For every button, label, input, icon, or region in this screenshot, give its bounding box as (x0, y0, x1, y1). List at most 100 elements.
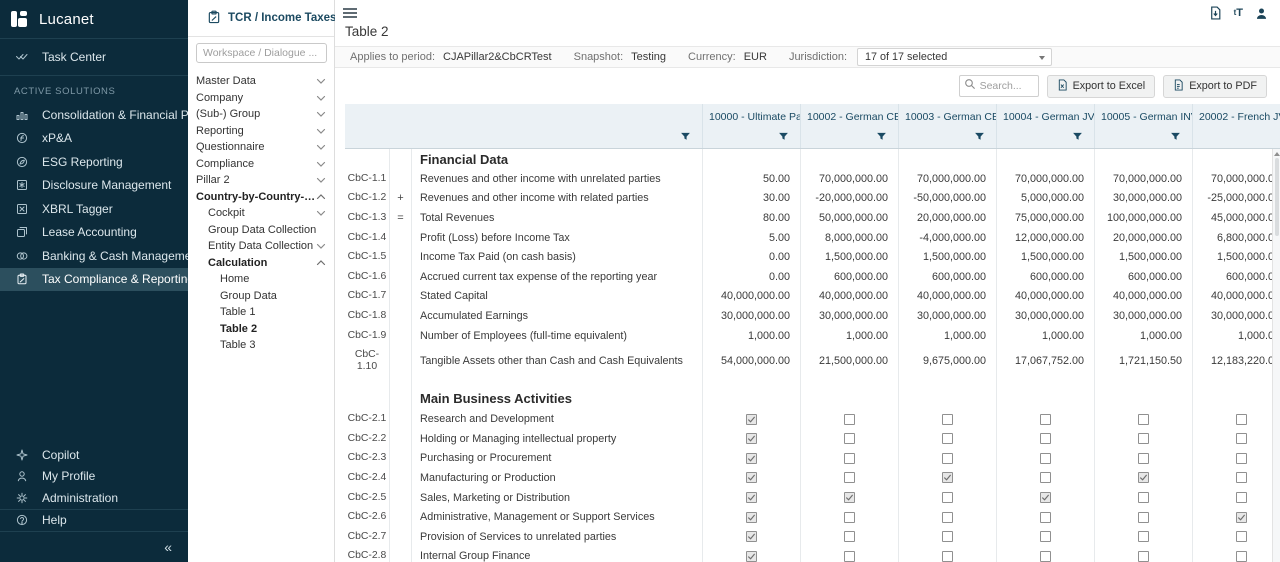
filter-icon[interactable] (778, 129, 789, 147)
column-header-label[interactable]: 10002 - German CE 1 (801, 104, 898, 128)
checkbox-unchecked[interactable] (1236, 531, 1247, 542)
checkbox-checked[interactable] (746, 551, 757, 562)
collapse-sidebar-button[interactable]: « (0, 532, 188, 562)
filter-icon[interactable] (974, 129, 985, 147)
checkbox-checked[interactable] (746, 531, 757, 542)
export-report-icon[interactable] (1209, 6, 1222, 20)
checkbox-unchecked[interactable] (942, 512, 953, 523)
checkbox-unchecked[interactable] (1040, 453, 1051, 464)
checkbox-checked[interactable] (942, 472, 953, 483)
tree-item-questionnaire[interactable]: Questionnaire (188, 139, 334, 156)
sidebar-item-copilot[interactable]: Copilot (0, 444, 188, 466)
tree-item-table-2[interactable]: Table 2 (188, 321, 334, 338)
checkbox-unchecked[interactable] (1138, 414, 1149, 425)
checkbox-unchecked[interactable] (1236, 453, 1247, 464)
checkbox-unchecked[interactable] (1138, 433, 1149, 444)
checkbox-unchecked[interactable] (942, 453, 953, 464)
sidebar-item-tax-compliance-reporting[interactable]: Tax Compliance & Reporting (0, 268, 188, 292)
filter-icon[interactable] (680, 129, 691, 147)
checkbox-unchecked[interactable] (844, 472, 855, 483)
checkbox-unchecked[interactable] (1040, 531, 1051, 542)
sidebar-item-xbrl-tagger[interactable]: XBRL Tagger (0, 197, 188, 221)
checkbox-unchecked[interactable] (1040, 512, 1051, 523)
checkbox-unchecked[interactable] (1040, 551, 1051, 562)
checkbox-unchecked[interactable] (844, 512, 855, 523)
tree-item-table-3[interactable]: Table 3 (188, 337, 334, 354)
sidebar-item-lease-accounting[interactable]: Lease Accounting (0, 221, 188, 245)
tree-item-group-data[interactable]: Group Data (188, 288, 334, 305)
checkbox-checked[interactable] (746, 472, 757, 483)
tree-item-country-by-country-reporting[interactable]: Country-by-Country-Reporting (188, 189, 334, 206)
sidebar-item-disclosure-management[interactable]: Disclosure Management (0, 174, 188, 198)
checkbox-unchecked[interactable] (844, 453, 855, 464)
sidebar-item-my-profile[interactable]: My Profile (0, 466, 188, 488)
sidebar-item-esg-reporting[interactable]: ESG Reporting (0, 150, 188, 174)
menu-icon[interactable] (343, 6, 357, 21)
filter-icon[interactable] (1072, 129, 1083, 147)
text-size-icon[interactable]: tT (1234, 8, 1243, 19)
tree-item-entity-data-collection[interactable]: Entity Data Collection (188, 238, 334, 255)
tree-item-home[interactable]: Home (188, 271, 334, 288)
column-header-label[interactable]: 10004 - German JV Par... (997, 104, 1094, 128)
checkbox-unchecked[interactable] (1138, 512, 1149, 523)
vertical-scrollbar[interactable] (1272, 149, 1280, 562)
checkbox-unchecked[interactable] (844, 414, 855, 425)
checkbox-checked[interactable] (746, 512, 757, 523)
tree-item-sub-group[interactable]: (Sub-) Group (188, 106, 334, 123)
tree-item-cockpit[interactable]: Cockpit (188, 205, 334, 222)
checkbox-unchecked[interactable] (1040, 433, 1051, 444)
scrollbar-thumb[interactable] (1275, 158, 1279, 236)
export-to-excel-button[interactable]: Export to Excel (1047, 75, 1156, 98)
checkbox-checked[interactable] (1040, 492, 1051, 503)
checkbox-unchecked[interactable] (942, 414, 953, 425)
export-to-pdf-button[interactable]: Export to PDF (1163, 75, 1267, 98)
checkbox-unchecked[interactable] (1138, 531, 1149, 542)
sidebar-item-task-center[interactable]: Task Center (0, 42, 188, 72)
checkbox-checked[interactable] (1138, 472, 1149, 483)
checkbox-checked[interactable] (1236, 512, 1247, 523)
workspace-selector[interactable]: TCR / Income Taxes (188, 0, 334, 37)
sidebar-item-help[interactable]: Help (0, 510, 188, 532)
tree-item-company[interactable]: Company (188, 90, 334, 107)
checkbox-checked[interactable] (746, 492, 757, 503)
sidebar-item-administration[interactable]: Administration (0, 487, 188, 509)
checkbox-checked[interactable] (746, 453, 757, 464)
sidebar-item-banking-cash-management[interactable]: Banking & Cash Management (0, 244, 188, 268)
checkbox-unchecked[interactable] (844, 433, 855, 444)
workspace-dialogue-search-input[interactable] (196, 43, 327, 63)
checkbox-unchecked[interactable] (1236, 414, 1247, 425)
checkbox-unchecked[interactable] (942, 492, 953, 503)
checkbox-unchecked[interactable] (1138, 453, 1149, 464)
column-header-label[interactable]: 10000 - Ultimate Parent ... (703, 104, 800, 128)
tree-item-master-data[interactable]: Master Data (188, 73, 334, 90)
tree-item-compliance[interactable]: Compliance (188, 156, 334, 173)
column-header-label[interactable]: 20002 - French JV CE (1193, 104, 1280, 128)
sidebar-item-xp-a[interactable]: xP&A (0, 127, 188, 151)
column-header-label[interactable]: 10003 - German CE 2 (899, 104, 996, 128)
checkbox-checked[interactable] (746, 433, 757, 444)
checkbox-unchecked[interactable] (1236, 551, 1247, 562)
checkbox-unchecked[interactable] (942, 531, 953, 542)
tree-item-calculation[interactable]: Calculation (188, 255, 334, 272)
checkbox-checked[interactable] (844, 492, 855, 503)
checkbox-unchecked[interactable] (1040, 472, 1051, 483)
user-icon[interactable] (1255, 7, 1268, 20)
checkbox-unchecked[interactable] (844, 531, 855, 542)
tree-item-reporting[interactable]: Reporting (188, 123, 334, 140)
tree-item-group-data-collection[interactable]: Group Data Collection (188, 222, 334, 239)
jurisdiction-select[interactable]: 17 of 17 selected (857, 48, 1052, 66)
checkbox-unchecked[interactable] (844, 551, 855, 562)
tree-item-pillar-2[interactable]: Pillar 2 (188, 172, 334, 189)
checkbox-checked[interactable] (746, 414, 757, 425)
filter-icon[interactable] (876, 129, 887, 147)
table-search-input[interactable] (980, 80, 1038, 92)
tree-item-table-1[interactable]: Table 1 (188, 304, 334, 321)
column-header-label[interactable]: 10005 - German INV (1095, 104, 1192, 128)
checkbox-unchecked[interactable] (1138, 551, 1149, 562)
checkbox-unchecked[interactable] (942, 551, 953, 562)
checkbox-unchecked[interactable] (1040, 414, 1051, 425)
checkbox-unchecked[interactable] (1236, 492, 1247, 503)
checkbox-unchecked[interactable] (1138, 492, 1149, 503)
checkbox-unchecked[interactable] (1236, 433, 1247, 444)
filter-icon[interactable] (1170, 129, 1181, 147)
